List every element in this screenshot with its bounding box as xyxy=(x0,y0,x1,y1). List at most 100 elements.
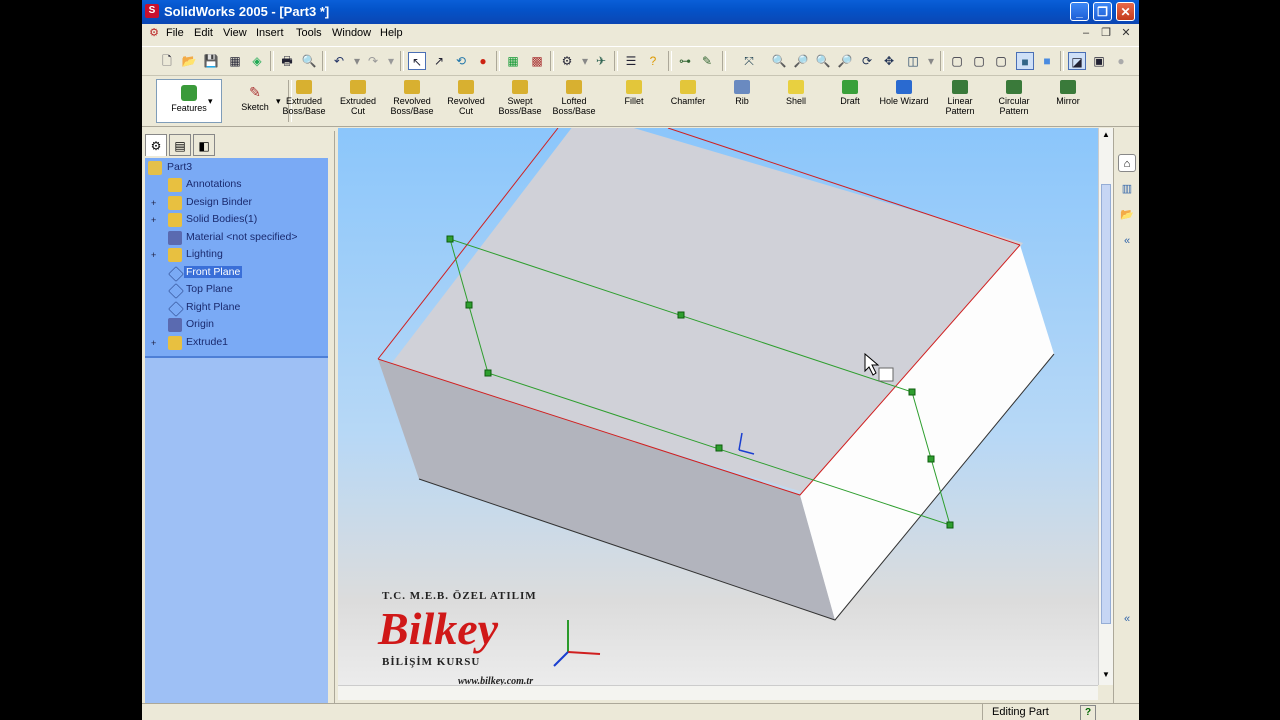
make-assembly-icon[interactable]: ◈ xyxy=(248,52,266,70)
file-explorer-icon[interactable]: 📂 xyxy=(1118,206,1136,224)
view-orientation-dropdown-icon[interactable]: ▾ xyxy=(922,52,940,70)
help-icon[interactable]: ? xyxy=(644,52,662,70)
make-drawing-icon[interactable]: ▦ xyxy=(226,52,244,70)
zoom-area-icon[interactable]: 🔎 xyxy=(792,52,810,70)
hidden-lines-visible-icon[interactable]: ▢ xyxy=(970,52,988,70)
shaded-edges-icon[interactable]: ■ xyxy=(1016,52,1034,70)
restore-button[interactable]: ❐ xyxy=(1093,2,1112,21)
grid-options-icon[interactable]: ▦ xyxy=(504,52,522,70)
horizontal-scrollbar[interactable] xyxy=(338,685,1098,700)
select-icon[interactable]: ↖ xyxy=(408,52,426,70)
zoom-fit-icon[interactable]: 🔍 xyxy=(770,52,788,70)
cm-button-linear-pattern[interactable]: Linear Pattern xyxy=(934,80,986,116)
open-icon[interactable]: 📂 xyxy=(180,52,198,70)
plane-handle[interactable] xyxy=(465,301,473,309)
menu-file[interactable]: File xyxy=(166,27,184,39)
plane-handle[interactable] xyxy=(484,369,492,377)
plane-handle[interactable] xyxy=(446,235,454,243)
plane-handle[interactable] xyxy=(908,388,916,396)
solidworks-app-icon[interactable]: S xyxy=(145,4,159,18)
redo-icon[interactable]: ↷ xyxy=(364,52,382,70)
save-icon[interactable]: 💾 xyxy=(202,52,220,70)
rebuild-icon[interactable]: ⟲ xyxy=(452,52,470,70)
select-other-icon[interactable]: ↗ xyxy=(430,52,448,70)
minimize-button[interactable]: _ xyxy=(1070,2,1089,21)
cm-button-shell[interactable]: Shell xyxy=(770,80,822,106)
wireframe-icon[interactable]: ▢ xyxy=(948,52,966,70)
perspective-icon[interactable]: ◪ xyxy=(1068,52,1086,70)
menu-help[interactable]: Help xyxy=(380,27,403,39)
section-icon[interactable]: ✎ xyxy=(698,52,716,70)
collapse-pane-icon[interactable]: « xyxy=(1118,610,1136,628)
undo-icon[interactable]: ↶ xyxy=(330,52,348,70)
expand-icon[interactable]: + xyxy=(151,198,159,207)
expand-icon[interactable]: + xyxy=(151,338,159,347)
reference-triad-icon[interactable]: ⤧ xyxy=(740,52,758,70)
plane-handle[interactable] xyxy=(677,311,685,319)
menu-tools[interactable]: Tools xyxy=(296,27,322,39)
scroll-down-icon[interactable]: ▼ xyxy=(1099,668,1113,682)
cm-button-label: Hole Wizard xyxy=(879,96,929,106)
plane-handle[interactable] xyxy=(946,521,954,529)
watermark-brand: Bilkey xyxy=(378,603,499,654)
cm-button-revolved-cut[interactable]: Revolved Cut xyxy=(440,80,492,116)
pan-icon[interactable]: ✥ xyxy=(880,52,898,70)
expand-pane-icon[interactable]: « xyxy=(1118,232,1136,250)
cm-button-extruded-boss-base[interactable]: Extruded Boss/Base xyxy=(278,80,330,116)
configurationmanager-tab-icon[interactable]: ◧ xyxy=(193,134,215,156)
status-help-icon[interactable]: ? xyxy=(1080,705,1096,720)
plane-handle[interactable] xyxy=(715,444,723,452)
cm-button-mirror[interactable]: Mirror xyxy=(1042,80,1094,106)
cm-button-draft[interactable]: Draft xyxy=(824,80,876,106)
cm-button-hole-wizard[interactable]: Hole Wizard xyxy=(878,80,930,106)
cm-button-swept-boss-base[interactable]: Swept Boss/Base xyxy=(494,80,546,116)
scroll-thumb[interactable] xyxy=(1101,184,1111,624)
list-icon[interactable]: ☰ xyxy=(622,52,640,70)
redo-dropdown-icon[interactable]: ▾ xyxy=(382,52,400,70)
plane-handle[interactable] xyxy=(927,455,935,463)
macro-icon[interactable]: ✈ xyxy=(592,52,610,70)
new-icon[interactable]: 🗋 xyxy=(158,52,176,70)
menu-edit[interactable]: Edit xyxy=(194,27,213,39)
expand-icon[interactable]: + xyxy=(151,216,159,225)
cm-button-extruded-cut[interactable]: Extruded Cut xyxy=(332,80,384,116)
menu-window[interactable]: Window xyxy=(332,27,371,39)
shaded-icon[interactable]: ■ xyxy=(1038,52,1056,70)
file-properties-icon[interactable]: ▩ xyxy=(528,52,546,70)
featuremanager-tab-icon[interactable]: ⚙ xyxy=(145,134,167,156)
close-button[interactable]: ✕ xyxy=(1116,2,1135,21)
graphics-area[interactable]: T.C. M.E.B. ÖZEL ATILIM Bilkey BİLİŞİM K… xyxy=(338,128,1098,685)
view-orientation-icon[interactable]: ◫ xyxy=(904,52,922,70)
doc-restore-icon[interactable]: ❐ xyxy=(1098,25,1114,41)
cm-button-chamfer[interactable]: Chamfer xyxy=(662,80,714,106)
hidden-lines-removed-icon[interactable]: ▢ xyxy=(992,52,1010,70)
measure-icon[interactable]: ⊶ xyxy=(676,52,694,70)
propertymanager-tab-icon[interactable]: ▤ xyxy=(169,134,191,156)
rotate-icon[interactable]: ⟳ xyxy=(858,52,876,70)
menu-insert[interactable]: Insert xyxy=(256,27,284,39)
vertical-scrollbar[interactable]: ▲ ▼ xyxy=(1098,128,1114,685)
cm-button-lofted-boss-base[interactable]: Lofted Boss/Base xyxy=(548,80,600,116)
cm-button-circular-pattern[interactable]: Circular Pattern xyxy=(988,80,1040,116)
scroll-up-icon[interactable]: ▲ xyxy=(1099,128,1113,142)
menu-view[interactable]: View xyxy=(223,27,247,39)
features-dropdown-icon[interactable]: ▾ xyxy=(208,96,213,107)
realview-icon[interactable]: ● xyxy=(1112,52,1130,70)
doc-close-icon[interactable]: ✕ xyxy=(1118,25,1134,41)
zoom-selection-icon[interactable]: 🔎 xyxy=(836,52,854,70)
cm-button-fillet[interactable]: Fillet xyxy=(608,80,660,106)
print-icon[interactable]: 🖶 xyxy=(278,52,296,70)
traffic-light-icon[interactable]: ● xyxy=(474,52,492,70)
cm-button-rib[interactable]: Rib xyxy=(716,80,768,106)
home-icon[interactable]: ⌂ xyxy=(1118,154,1136,172)
expand-icon[interactable]: + xyxy=(151,251,159,260)
options-icon[interactable]: ⚙ xyxy=(558,52,576,70)
doc-minimize-icon[interactable]: – xyxy=(1078,25,1094,41)
print-preview-icon[interactable]: 🔍 xyxy=(300,52,318,70)
title-bar[interactable]: S SolidWorks 2005 - [Part3 *] _ ❐ ✕ xyxy=(142,0,1139,24)
zoom-in-out-icon[interactable]: 🔍 xyxy=(814,52,832,70)
shadows-icon[interactable]: ▣ xyxy=(1090,52,1108,70)
document-icon[interactable]: ⚙ xyxy=(146,25,162,41)
library-icon[interactable]: ▥ xyxy=(1118,180,1136,198)
cm-button-revolved-boss-base[interactable]: Revolved Boss/Base xyxy=(386,80,438,116)
